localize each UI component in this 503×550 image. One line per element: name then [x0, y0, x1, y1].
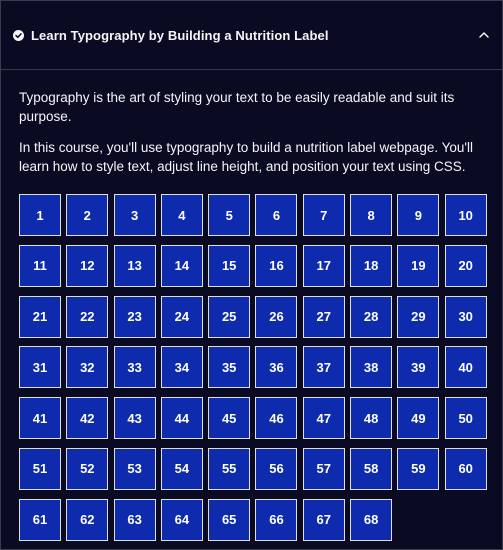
step-button-33[interactable]: 33 [113, 346, 156, 389]
step-button-62[interactable]: 62 [66, 498, 109, 541]
step-button-47[interactable]: 47 [302, 397, 345, 440]
step-button-22[interactable]: 22 [66, 295, 109, 338]
step-button-35[interactable]: 35 [208, 346, 251, 389]
step-button-53[interactable]: 53 [113, 447, 156, 490]
step-button-39[interactable]: 39 [397, 346, 440, 389]
step-button-63[interactable]: 63 [113, 498, 156, 541]
intro-paragraph: Typography is the art of styling your te… [19, 90, 455, 124]
step-button-67[interactable]: 67 [302, 498, 345, 541]
step-button-1[interactable]: 1 [19, 194, 61, 236]
step-button-19[interactable]: 19 [397, 244, 440, 287]
step-button-52[interactable]: 52 [66, 447, 109, 490]
course-block: Learn Typography by Building a Nutrition… [0, 0, 503, 550]
step-button-5[interactable]: 5 [208, 194, 251, 236]
step-button-10[interactable]: 10 [444, 194, 487, 236]
step-button-31[interactable]: 31 [19, 346, 61, 389]
step-button-6[interactable]: 6 [255, 194, 298, 236]
step-button-57[interactable]: 57 [302, 447, 345, 490]
step-button-18[interactable]: 18 [350, 244, 393, 287]
step-button-2[interactable]: 2 [66, 194, 109, 236]
step-button-65[interactable]: 65 [208, 498, 251, 541]
step-button-20[interactable]: 20 [444, 244, 487, 287]
step-button-49[interactable]: 49 [397, 397, 440, 440]
step-button-34[interactable]: 34 [160, 346, 203, 389]
step-button-48[interactable]: 48 [350, 397, 393, 440]
step-button-14[interactable]: 14 [160, 244, 203, 287]
step-button-68[interactable]: 68 [350, 498, 393, 541]
step-button-32[interactable]: 32 [66, 346, 109, 389]
step-button-55[interactable]: 55 [208, 447, 251, 490]
step-button-37[interactable]: 37 [302, 346, 345, 389]
step-button-17[interactable]: 17 [302, 244, 345, 287]
step-button-23[interactable]: 23 [113, 295, 156, 338]
step-button-4[interactable]: 4 [160, 194, 203, 236]
step-button-45[interactable]: 45 [208, 397, 251, 440]
step-button-38[interactable]: 38 [350, 346, 393, 389]
step-button-7[interactable]: 7 [302, 194, 345, 236]
intro-paragraph: In this course, you'll use typography to… [19, 140, 473, 174]
step-button-61[interactable]: 61 [19, 498, 61, 541]
step-button-66[interactable]: 66 [255, 498, 298, 541]
step-button-24[interactable]: 24 [160, 295, 203, 338]
step-button-60[interactable]: 60 [444, 447, 487, 490]
course-intro: Typography is the art of styling your te… [1, 70, 502, 176]
step-button-15[interactable]: 15 [208, 244, 251, 287]
step-button-50[interactable]: 50 [444, 397, 487, 440]
step-button-51[interactable]: 51 [19, 447, 61, 490]
step-button-46[interactable]: 46 [255, 397, 298, 440]
step-button-11[interactable]: 11 [19, 244, 61, 287]
step-button-21[interactable]: 21 [19, 295, 61, 338]
step-button-56[interactable]: 56 [255, 447, 298, 490]
step-button-44[interactable]: 44 [160, 397, 203, 440]
step-button-9[interactable]: 9 [397, 194, 440, 236]
step-button-8[interactable]: 8 [350, 194, 393, 236]
step-button-25[interactable]: 25 [208, 295, 251, 338]
step-button-13[interactable]: 13 [113, 244, 156, 287]
step-button-26[interactable]: 26 [255, 295, 298, 338]
step-button-54[interactable]: 54 [160, 447, 203, 490]
step-button-43[interactable]: 43 [113, 397, 156, 440]
step-button-16[interactable]: 16 [255, 244, 298, 287]
step-button-36[interactable]: 36 [255, 346, 298, 389]
step-button-27[interactable]: 27 [302, 295, 345, 338]
step-button-12[interactable]: 12 [66, 244, 109, 287]
step-button-64[interactable]: 64 [160, 498, 203, 541]
step-button-28[interactable]: 28 [350, 295, 393, 338]
step-button-30[interactable]: 30 [444, 295, 487, 338]
step-button-29[interactable]: 29 [397, 295, 440, 338]
check-circle-icon [13, 29, 24, 41]
step-button-3[interactable]: 3 [113, 194, 156, 236]
step-button-59[interactable]: 59 [397, 447, 440, 490]
course-title: Learn Typography by Building a Nutrition… [31, 27, 329, 43]
chevron-up-icon[interactable] [476, 27, 492, 43]
step-button-42[interactable]: 42 [66, 397, 109, 440]
step-grid: 1 2 3 4 5 6 7 8 9 10 11 12 13 14 15 16 17 18 19 20 21 22 23 24 2… [19, 194, 487, 541]
step-button-58[interactable]: 58 [350, 447, 393, 490]
step-button-40[interactable]: 40 [444, 346, 487, 389]
step-button-41[interactable]: 41 [19, 397, 61, 440]
course-header[interactable]: Learn Typography by Building a Nutrition… [1, 1, 502, 70]
